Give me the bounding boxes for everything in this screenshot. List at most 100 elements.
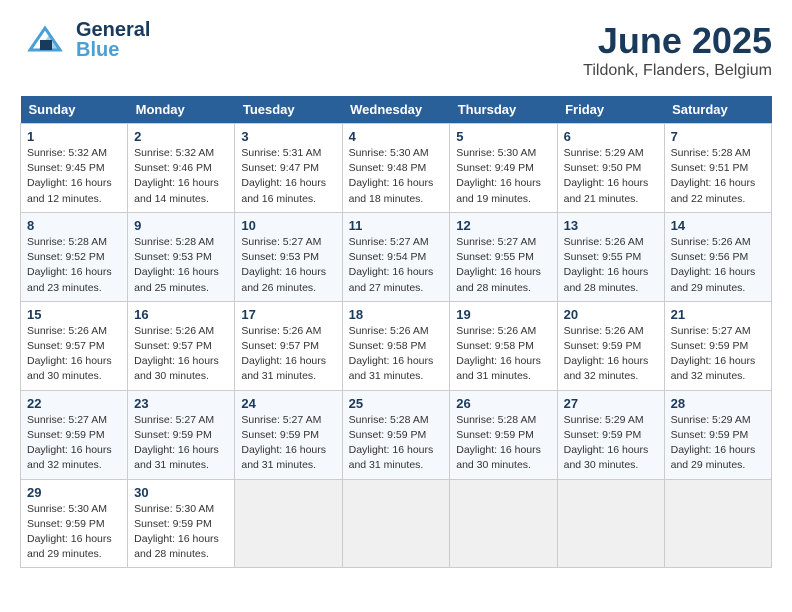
sunset-time: Sunset: 9:59 PM [241,429,319,441]
sunset-time: Sunset: 9:54 PM [349,251,427,263]
sunrise-time: Sunrise: 5:26 AM [349,325,429,337]
calendar-cell: 30 Sunrise: 5:30 AM Sunset: 9:59 PM Dayl… [128,479,235,568]
sunset-time: Sunset: 9:52 PM [27,251,105,263]
location-title: Tildonk, Flanders, Belgium [583,62,772,80]
daylight-hours: Daylight: 16 hours and 29 minutes. [27,533,112,560]
calendar-cell: 3 Sunrise: 5:31 AM Sunset: 9:47 PM Dayli… [235,124,342,213]
daylight-hours: Daylight: 16 hours and 18 minutes. [349,177,434,204]
day-detail: Sunrise: 5:28 AM Sunset: 9:53 PM Dayligh… [134,235,228,296]
sunset-time: Sunset: 9:59 PM [564,429,642,441]
sunrise-time: Sunrise: 5:32 AM [27,147,107,159]
calendar-cell: 11 Sunrise: 5:27 AM Sunset: 9:54 PM Dayl… [342,212,450,301]
calendar-cell: 29 Sunrise: 5:30 AM Sunset: 9:59 PM Dayl… [21,479,128,568]
sunset-time: Sunset: 9:59 PM [27,518,105,530]
calendar-cell: 13 Sunrise: 5:26 AM Sunset: 9:55 PM Dayl… [557,212,664,301]
day-number: 29 [27,485,121,500]
day-number: 11 [349,218,444,233]
daylight-hours: Daylight: 16 hours and 27 minutes. [349,266,434,293]
calendar-cell: 28 Sunrise: 5:29 AM Sunset: 9:59 PM Dayl… [664,390,771,479]
daylight-hours: Daylight: 16 hours and 28 minutes. [134,533,219,560]
daylight-hours: Daylight: 16 hours and 30 minutes. [27,355,112,382]
daylight-hours: Daylight: 16 hours and 30 minutes. [456,444,541,471]
sunset-time: Sunset: 9:53 PM [134,251,212,263]
sunrise-time: Sunrise: 5:27 AM [456,236,536,248]
daylight-hours: Daylight: 16 hours and 22 minutes. [671,177,756,204]
sunrise-time: Sunrise: 5:28 AM [349,414,429,426]
daylight-hours: Daylight: 16 hours and 23 minutes. [27,266,112,293]
sunset-time: Sunset: 9:55 PM [564,251,642,263]
day-detail: Sunrise: 5:30 AM Sunset: 9:59 PM Dayligh… [134,502,228,563]
day-number: 22 [27,396,121,411]
calendar-cell: 2 Sunrise: 5:32 AM Sunset: 9:46 PM Dayli… [128,124,235,213]
daylight-hours: Daylight: 16 hours and 31 minutes. [241,355,326,382]
calendar-cell: 26 Sunrise: 5:28 AM Sunset: 9:59 PM Dayl… [450,390,557,479]
day-detail: Sunrise: 5:29 AM Sunset: 9:59 PM Dayligh… [671,413,765,474]
sunset-time: Sunset: 9:53 PM [241,251,319,263]
weekday-header-monday: Monday [128,96,235,124]
day-detail: Sunrise: 5:27 AM Sunset: 9:59 PM Dayligh… [27,413,121,474]
calendar-cell [235,479,342,568]
day-detail: Sunrise: 5:26 AM Sunset: 9:57 PM Dayligh… [134,324,228,385]
calendar-cell: 10 Sunrise: 5:27 AM Sunset: 9:53 PM Dayl… [235,212,342,301]
sunset-time: Sunset: 9:50 PM [564,162,642,174]
day-detail: Sunrise: 5:27 AM Sunset: 9:54 PM Dayligh… [349,235,444,296]
sunset-time: Sunset: 9:59 PM [349,429,427,441]
sunrise-time: Sunrise: 5:26 AM [564,236,644,248]
calendar-cell: 25 Sunrise: 5:28 AM Sunset: 9:59 PM Dayl… [342,390,450,479]
day-number: 27 [564,396,658,411]
day-detail: Sunrise: 5:28 AM Sunset: 9:59 PM Dayligh… [349,413,444,474]
calendar-week-row: 22 Sunrise: 5:27 AM Sunset: 9:59 PM Dayl… [21,390,772,479]
sunset-time: Sunset: 9:47 PM [241,162,319,174]
day-number: 14 [671,218,765,233]
sunset-time: Sunset: 9:59 PM [27,429,105,441]
daylight-hours: Daylight: 16 hours and 31 minutes. [456,355,541,382]
sunrise-time: Sunrise: 5:28 AM [27,236,107,248]
logo-general-text: General [76,20,150,40]
day-detail: Sunrise: 5:26 AM Sunset: 9:55 PM Dayligh… [564,235,658,296]
sunset-time: Sunset: 9:56 PM [671,251,749,263]
month-title: June 2025 [583,20,772,62]
sunrise-time: Sunrise: 5:27 AM [671,325,751,337]
day-number: 26 [456,396,550,411]
daylight-hours: Daylight: 16 hours and 25 minutes. [134,266,219,293]
day-number: 9 [134,218,228,233]
day-number: 18 [349,307,444,322]
sunset-time: Sunset: 9:57 PM [134,340,212,352]
daylight-hours: Daylight: 16 hours and 28 minutes. [456,266,541,293]
day-number: 15 [27,307,121,322]
day-detail: Sunrise: 5:30 AM Sunset: 9:49 PM Dayligh… [456,146,550,207]
weekday-header-friday: Friday [557,96,664,124]
daylight-hours: Daylight: 16 hours and 31 minutes. [349,444,434,471]
calendar-cell: 22 Sunrise: 5:27 AM Sunset: 9:59 PM Dayl… [21,390,128,479]
calendar-cell [557,479,664,568]
calendar-cell: 27 Sunrise: 5:29 AM Sunset: 9:59 PM Dayl… [557,390,664,479]
logo-blue-text: Blue [76,40,150,60]
daylight-hours: Daylight: 16 hours and 19 minutes. [456,177,541,204]
sunset-time: Sunset: 9:51 PM [671,162,749,174]
daylight-hours: Daylight: 16 hours and 29 minutes. [671,266,756,293]
calendar-cell: 1 Sunrise: 5:32 AM Sunset: 9:45 PM Dayli… [21,124,128,213]
calendar-cell: 19 Sunrise: 5:26 AM Sunset: 9:58 PM Dayl… [450,301,557,390]
sunset-time: Sunset: 9:57 PM [27,340,105,352]
calendar-cell: 15 Sunrise: 5:26 AM Sunset: 9:57 PM Dayl… [21,301,128,390]
sunrise-time: Sunrise: 5:27 AM [134,414,214,426]
logo: General Blue [20,20,150,60]
sunrise-time: Sunrise: 5:26 AM [671,236,751,248]
sunrise-time: Sunrise: 5:32 AM [134,147,214,159]
day-detail: Sunrise: 5:28 AM Sunset: 9:59 PM Dayligh… [456,413,550,474]
day-number: 4 [349,129,444,144]
sunrise-time: Sunrise: 5:26 AM [564,325,644,337]
day-detail: Sunrise: 5:29 AM Sunset: 9:59 PM Dayligh… [564,413,658,474]
calendar-cell: 4 Sunrise: 5:30 AM Sunset: 9:48 PM Dayli… [342,124,450,213]
calendar-cell: 24 Sunrise: 5:27 AM Sunset: 9:59 PM Dayl… [235,390,342,479]
sunrise-time: Sunrise: 5:26 AM [134,325,214,337]
sunrise-time: Sunrise: 5:30 AM [27,503,107,515]
day-detail: Sunrise: 5:27 AM Sunset: 9:53 PM Dayligh… [241,235,335,296]
daylight-hours: Daylight: 16 hours and 32 minutes. [27,444,112,471]
sunrise-time: Sunrise: 5:30 AM [349,147,429,159]
sunrise-time: Sunrise: 5:26 AM [456,325,536,337]
weekday-header-wednesday: Wednesday [342,96,450,124]
day-number: 21 [671,307,765,322]
day-number: 10 [241,218,335,233]
sunset-time: Sunset: 9:45 PM [27,162,105,174]
